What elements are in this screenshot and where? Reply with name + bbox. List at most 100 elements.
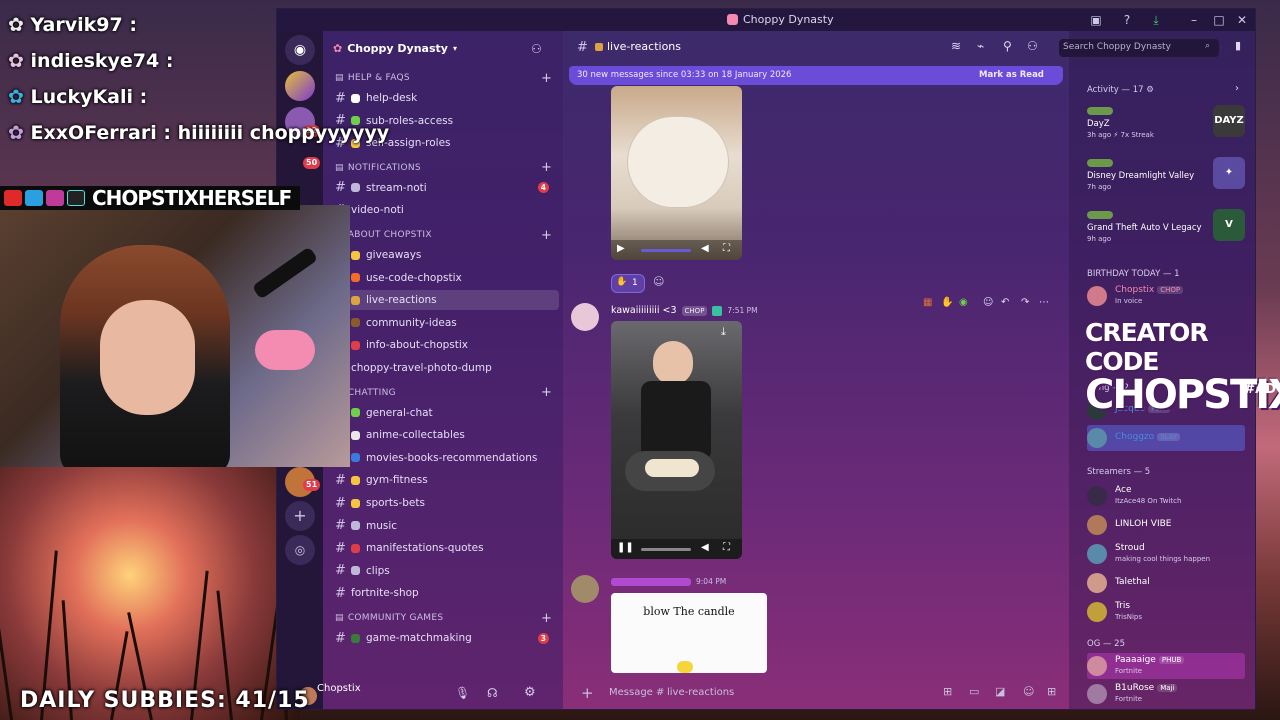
- add-channel-icon[interactable]: +: [541, 611, 552, 626]
- chevron-right-icon[interactable]: ›: [1235, 83, 1239, 94]
- apps-icon[interactable]: ⊞: [1047, 685, 1056, 698]
- instagram-icon: [46, 190, 64, 206]
- gear-icon[interactable]: ⚙: [1146, 85, 1154, 95]
- download-icon[interactable]: ⤓: [721, 325, 726, 339]
- add-channel-icon[interactable]: +: [541, 71, 552, 86]
- video-progress[interactable]: [641, 249, 691, 252]
- close-icon[interactable]: ✕: [1235, 13, 1249, 27]
- add-reaction-icon[interactable]: ☺: [983, 297, 993, 308]
- add-channel-icon[interactable]: +: [541, 228, 552, 243]
- category-header[interactable]: ▤ NOTIFICATIONS +: [335, 160, 552, 175]
- channel-item[interactable]: # game-matchmaking 3: [335, 628, 559, 648]
- video-attachment[interactable]: ▶ ◀ ⛶: [611, 86, 742, 260]
- add-attachment-icon[interactable]: +: [581, 684, 594, 702]
- channel-item[interactable]: # stream-noti 4: [335, 178, 559, 198]
- reaction-chip[interactable]: ✋ 1: [611, 274, 645, 293]
- channel-item[interactable]: # fortnite-shop: [335, 583, 559, 603]
- minimize-icon[interactable]: –: [1187, 13, 1201, 27]
- channel-item[interactable]: # clips: [335, 561, 559, 581]
- video-progress[interactable]: [641, 548, 691, 551]
- member-item[interactable]: B1uRose Maji Fortnite: [1087, 681, 1253, 707]
- add-channel-icon[interactable]: +: [541, 160, 552, 175]
- member-list-icon[interactable]: ⚇: [1027, 39, 1038, 53]
- emoji-reaction-icon[interactable]: ◉: [959, 297, 968, 308]
- channel-item[interactable]: #anime-collectables: [335, 425, 559, 445]
- avatar[interactable]: [571, 575, 599, 603]
- member-item[interactable]: LINLOH VIBE: [1087, 512, 1253, 538]
- member-item[interactable]: Choggzo SLAY: [1087, 425, 1245, 451]
- gift-icon[interactable]: ⊞: [943, 685, 952, 698]
- channel-item[interactable]: #video-noti: [335, 200, 559, 220]
- activity-item[interactable]: V Grand Theft Auto V Legacy 9h ago: [1087, 205, 1245, 247]
- channel-emoji-icon: [351, 250, 360, 260]
- member-item[interactable]: Stroud making cool things happen: [1087, 541, 1253, 567]
- channel-item[interactable]: # gym-fitness: [335, 470, 559, 490]
- fullscreen-icon[interactable]: ⛶: [723, 542, 730, 553]
- channel-item[interactable]: #choppy-travel-photo-dump: [335, 358, 559, 378]
- emoji-reaction-icon[interactable]: ✋: [941, 297, 953, 308]
- bookmark-icon[interactable]: ▮: [1235, 39, 1241, 52]
- forward-icon[interactable]: ↷: [1021, 297, 1029, 308]
- volume-icon[interactable]: ◀: [701, 542, 709, 553]
- gif-icon[interactable]: ▭: [969, 685, 979, 698]
- add-member-icon[interactable]: ⚇: [531, 42, 542, 56]
- fullscreen-icon[interactable]: ⛶: [723, 243, 730, 254]
- channel-item[interactable]: #general-chat: [335, 403, 559, 423]
- message-input-bar[interactable]: + Message # live-reactions ⊞ ▭ ◪ ☺ ⊞: [571, 681, 1065, 705]
- emoji-reaction-icon[interactable]: ▦: [923, 297, 932, 308]
- channel-item[interactable]: #community-ideas: [335, 313, 559, 333]
- channel-item[interactable]: # manifestations-quotes: [335, 538, 559, 558]
- channel-item[interactable]: #giveaways: [335, 245, 559, 265]
- add-channel-icon[interactable]: +: [541, 385, 552, 400]
- emoji-icon[interactable]: ☺: [1023, 685, 1034, 698]
- category-header[interactable]: ▤ COMMUNITY GAMES +: [335, 611, 552, 626]
- member-item[interactable]: Chopstix CHOP In voice: [1087, 283, 1253, 309]
- activity-item[interactable]: ✦ Disney Dreamlight Valley 7h ago: [1087, 153, 1245, 195]
- server-header[interactable]: ✿ Choppy Dynasty ▾ ⚇: [333, 42, 542, 56]
- notifications-off-icon[interactable]: ⌁: [977, 39, 984, 53]
- server-icon[interactable]: [285, 71, 315, 101]
- pause-icon[interactable]: ❚❚: [617, 542, 634, 553]
- channel-item[interactable]: #info-about-chopstix: [335, 335, 559, 355]
- channel-item[interactable]: # sports-bets: [335, 493, 559, 513]
- channel-item[interactable]: # music: [335, 516, 559, 536]
- member-item[interactable]: Tris TrisNips: [1087, 599, 1253, 625]
- video-attachment[interactable]: ⤓ ❚❚ ◀ ⛶: [611, 321, 742, 559]
- message-author[interactable]: kawaiiiiiiiii <3: [611, 305, 677, 316]
- microphone-icon[interactable]: 🎙︎: [455, 686, 470, 700]
- search-input[interactable]: Search Choppy Dynasty ⌕: [1059, 39, 1219, 57]
- explore-icon[interactable]: ◎: [285, 535, 315, 565]
- inbox-icon[interactable]: ▣: [1089, 13, 1103, 27]
- avatar[interactable]: [571, 303, 599, 331]
- channel-item[interactable]: # help-desk: [335, 88, 559, 108]
- server-name: Choppy Dynasty: [347, 42, 448, 55]
- settings-gear-icon[interactable]: ⚙: [524, 685, 536, 700]
- sticker-icon[interactable]: ◪: [995, 685, 1005, 698]
- help-icon[interactable]: ?: [1120, 13, 1134, 27]
- add-server-icon[interactable]: +: [285, 501, 315, 531]
- activity-item[interactable]: DAYZ DayZ 3h ago ⚡ 7x Streak: [1087, 101, 1245, 143]
- pin-icon[interactable]: ⚲: [1003, 39, 1012, 53]
- channel-item[interactable]: #live-reactions: [335, 290, 559, 311]
- channel-item[interactable]: #use-code-chopstix: [335, 268, 559, 288]
- member-item[interactable]: Paaaaige PHUB Fortnite: [1087, 653, 1245, 679]
- channel-item[interactable]: #movies-books-recommendations: [335, 448, 559, 468]
- category-header[interactable]: ▤ HELP & FAQS +: [335, 71, 552, 86]
- channel-name: info-about-chopstix: [366, 339, 468, 352]
- play-icon[interactable]: ▶: [617, 243, 625, 254]
- volume-icon[interactable]: ◀: [701, 243, 709, 254]
- member-item[interactable]: Ace ItzAce48 On Twitch: [1087, 483, 1253, 509]
- download-icon[interactable]: ⤓: [1149, 13, 1163, 27]
- discord-home-icon[interactable]: ◉: [285, 35, 315, 65]
- maximize-icon[interactable]: □: [1212, 13, 1226, 27]
- reply-icon[interactable]: ↶: [1001, 297, 1009, 308]
- member-item[interactable]: Talethal: [1087, 570, 1253, 596]
- message-author[interactable]: [611, 577, 691, 586]
- more-icon[interactable]: ⋯: [1039, 297, 1049, 308]
- mark-as-read-button[interactable]: Mark as Read: [979, 70, 1044, 80]
- add-reaction-icon[interactable]: ☺: [653, 275, 664, 288]
- threads-icon[interactable]: ≋: [951, 39, 961, 53]
- image-attachment[interactable]: blow The candle: [611, 593, 767, 673]
- new-messages-bar[interactable]: 30 new messages since 03:33 on 18 Januar…: [569, 66, 1063, 85]
- headphones-icon[interactable]: ☊: [487, 686, 498, 700]
